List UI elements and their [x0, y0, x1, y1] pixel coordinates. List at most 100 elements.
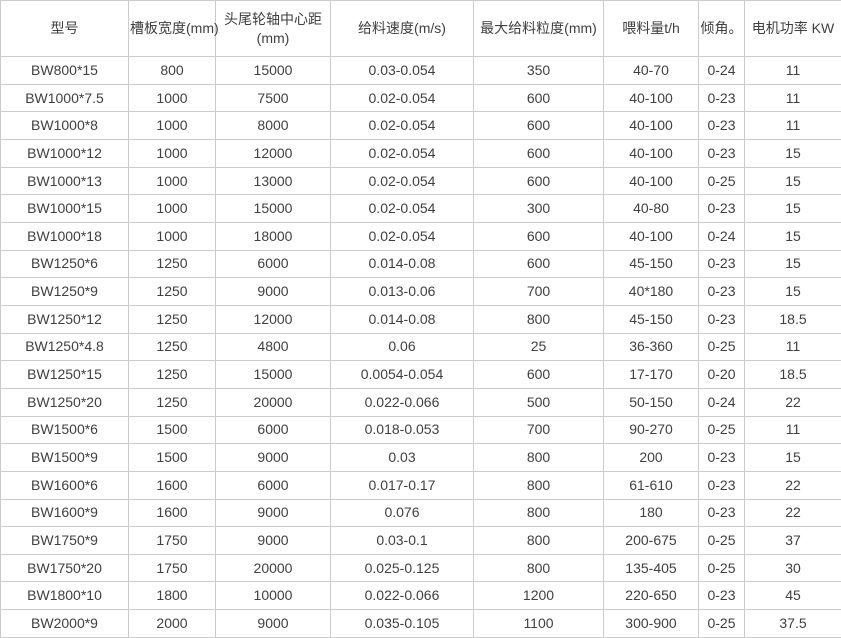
table-cell: 0.022-0.066	[331, 582, 474, 610]
table-cell: 37	[745, 527, 841, 555]
table-row: BW2000*9200090000.035-0.1051100300-9000-…	[1, 610, 841, 638]
table-cell: BW1250*12	[1, 305, 129, 333]
table-cell: 2000	[129, 610, 216, 638]
table-cell: BW800*15	[1, 57, 129, 85]
table-cell: 15000	[216, 195, 331, 223]
table-row: BW1600*6160060000.017-0.1780061-6100-232…	[1, 471, 841, 499]
table-cell: BW1250*4.8	[1, 333, 129, 361]
table-row: BW800*15800150000.03-0.05435040-700-2411	[1, 57, 841, 85]
table-cell: 1600	[129, 471, 216, 499]
table-cell: 7500	[216, 84, 331, 112]
table-cell: 800	[129, 57, 216, 85]
table-cell: 0.014-0.08	[331, 305, 474, 333]
table-cell: BW1600*6	[1, 471, 129, 499]
table-cell: 0.022-0.066	[331, 388, 474, 416]
table-cell: 300	[474, 195, 604, 223]
table-cell: BW1250*6	[1, 250, 129, 278]
table-cell: 0-24	[699, 388, 745, 416]
column-header-3: 给料速度(m/s)	[331, 1, 474, 57]
table-cell: 90-270	[604, 416, 699, 444]
table-cell: BW2000*9	[1, 610, 129, 638]
table-cell: 25	[474, 333, 604, 361]
table-cell: 0.03-0.054	[331, 57, 474, 85]
table-cell: 30	[745, 554, 841, 582]
table-cell: 0-23	[699, 278, 745, 306]
table-cell: 11	[745, 112, 841, 140]
table-cell: 0.06	[331, 333, 474, 361]
table-cell: 0-25	[699, 610, 745, 638]
table-cell: BW1000*8	[1, 112, 129, 140]
table-cell: 0.02-0.054	[331, 195, 474, 223]
column-header-2: 头尾轮轴中心距 (mm)	[216, 1, 331, 57]
table-cell: 45-150	[604, 250, 699, 278]
table-cell: 1250	[129, 250, 216, 278]
table-cell: 800	[474, 527, 604, 555]
table-cell: 45-150	[604, 305, 699, 333]
table-cell: 180	[604, 499, 699, 527]
table-row: BW1000*8100080000.02-0.05460040-1000-231…	[1, 112, 841, 140]
table-cell: 1750	[129, 527, 216, 555]
table-cell: 0.014-0.08	[331, 250, 474, 278]
table-cell: 11	[745, 333, 841, 361]
table-row: BW1000*121000120000.02-0.05460040-1000-2…	[1, 139, 841, 167]
table-cell: 0-25	[699, 167, 745, 195]
table-cell: BW1600*9	[1, 499, 129, 527]
table-row: BW1000*181000180000.02-0.05460040-1000-2…	[1, 222, 841, 250]
spec-table: 型号槽板宽度(mm)头尾轮轴中心距 (mm)给料速度(m/s)最大给料粒度(mm…	[0, 0, 841, 638]
table-cell: 0.076	[331, 499, 474, 527]
table-cell: 8000	[216, 112, 331, 140]
table-cell: 1250	[129, 388, 216, 416]
table-cell: 15	[745, 195, 841, 223]
table-cell: 20000	[216, 388, 331, 416]
table-cell: 0.0054-0.054	[331, 361, 474, 389]
table-cell: BW1750*9	[1, 527, 129, 555]
table-cell: 600	[474, 167, 604, 195]
table-cell: BW1250*9	[1, 278, 129, 306]
table-cell: 800	[474, 471, 604, 499]
table-cell: 700	[474, 416, 604, 444]
table-cell: 15	[745, 250, 841, 278]
table-cell: BW1000*18	[1, 222, 129, 250]
table-cell: 0.02-0.054	[331, 222, 474, 250]
table-row: BW1250*9125090000.013-0.0670040*1800-231…	[1, 278, 841, 306]
table-cell: 10000	[216, 582, 331, 610]
table-row: BW1250*6125060000.014-0.0860045-1500-231…	[1, 250, 841, 278]
table-row: BW1750*201750200000.025-0.125800135-4050…	[1, 554, 841, 582]
table-row: BW1250*201250200000.022-0.06650050-1500-…	[1, 388, 841, 416]
column-header-5: 喂料量t/h	[604, 1, 699, 57]
table-cell: 1100	[474, 610, 604, 638]
table-cell: 1000	[129, 222, 216, 250]
table-cell: 700	[474, 278, 604, 306]
table-cell: 9000	[216, 499, 331, 527]
table-cell: 600	[474, 250, 604, 278]
table-cell: 18.5	[745, 361, 841, 389]
table-cell: 800	[474, 499, 604, 527]
table-cell: 12000	[216, 139, 331, 167]
table-cell: 0-25	[699, 554, 745, 582]
table-cell: 1250	[129, 305, 216, 333]
table-cell: 0-23	[699, 84, 745, 112]
table-cell: 1600	[129, 499, 216, 527]
table-cell: 40-100	[604, 112, 699, 140]
table-cell: 1000	[129, 195, 216, 223]
table-cell: 0-24	[699, 57, 745, 85]
table-cell: 220-650	[604, 582, 699, 610]
table-cell: 800	[474, 554, 604, 582]
table-cell: 61-610	[604, 471, 699, 499]
table-cell: 17-170	[604, 361, 699, 389]
table-cell: 40-80	[604, 195, 699, 223]
table-row: BW1250*4.8125048000.062536-3600-2511	[1, 333, 841, 361]
table-cell: 13000	[216, 167, 331, 195]
table-row: BW1500*6150060000.018-0.05370090-2700-25…	[1, 416, 841, 444]
table-cell: 15	[745, 139, 841, 167]
table-cell: 500	[474, 388, 604, 416]
table-cell: 600	[474, 112, 604, 140]
table-cell: 0-23	[699, 305, 745, 333]
table-cell: 9000	[216, 444, 331, 472]
table-cell: 1750	[129, 554, 216, 582]
table-cell: 22	[745, 499, 841, 527]
table-cell: 36-360	[604, 333, 699, 361]
table-cell: 6000	[216, 416, 331, 444]
table-cell: 0.025-0.125	[331, 554, 474, 582]
table-cell: 0.02-0.054	[331, 112, 474, 140]
